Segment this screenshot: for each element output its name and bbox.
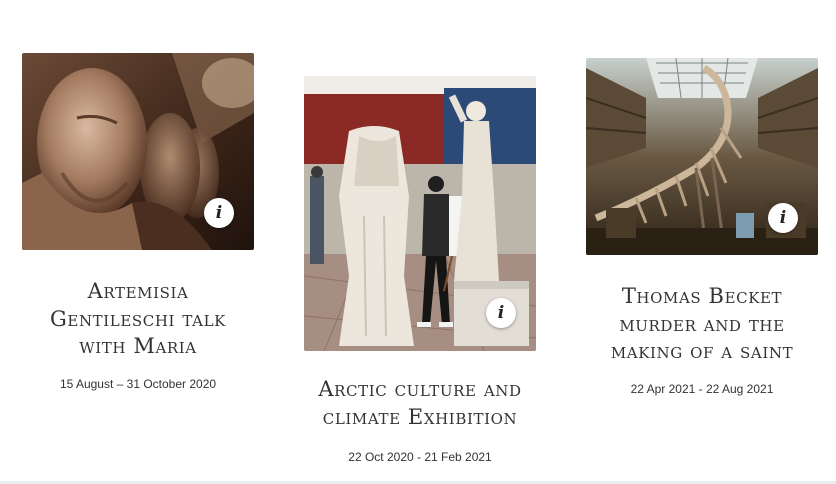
title-line: with Maria [79,334,197,358]
exhibition-title[interactable]: Artemisia Gentileschi talk with Maria [22,278,254,361]
exhibition-title[interactable]: Thomas Becket murder and the making of a… [576,283,828,366]
exhibition-dates: 22 Apr 2021 - 22 Aug 2021 [630,382,774,396]
exhibition-dates: 22 Oct 2020 - 21 Feb 2021 [348,450,492,464]
title-line: Gentileschi talk [50,306,226,331]
info-icon[interactable]: i [486,298,516,328]
title-line: making of a saint [610,339,794,363]
info-icon[interactable]: i [768,203,798,233]
exhibition-title[interactable]: Arctic culture and climate Exhibition [290,376,550,431]
title-line: Thomas Becket [621,284,783,308]
title-line: climate Exhibition [322,404,518,429]
exhibition-dates: 15 August – 31 October 2020 [59,377,217,391]
title-line: Arctic culture and [318,377,522,401]
info-icon[interactable]: i [204,198,234,228]
title-line: murder and the [619,311,785,336]
title-line: Artemisia [87,279,189,303]
